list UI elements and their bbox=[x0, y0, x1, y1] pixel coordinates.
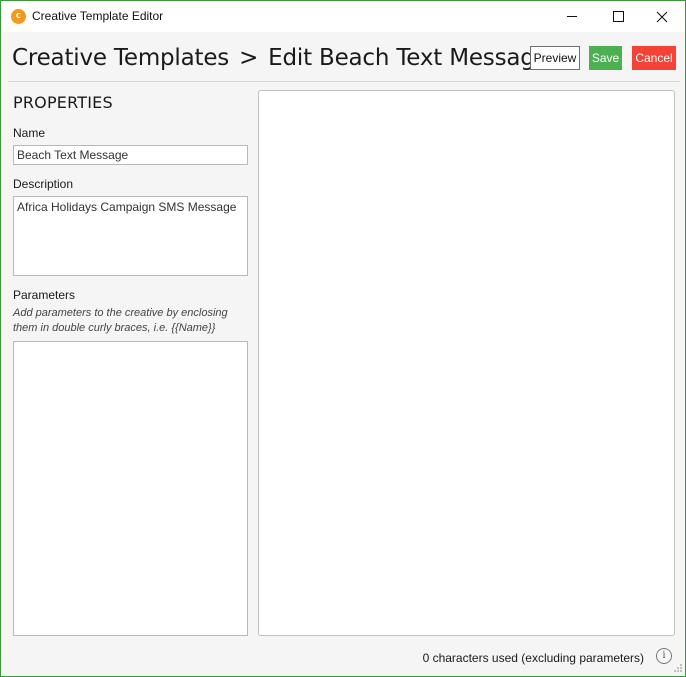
name-label: Name bbox=[13, 126, 46, 140]
close-icon bbox=[656, 11, 668, 22]
message-editor[interactable] bbox=[258, 90, 675, 636]
cancel-button[interactable]: Cancel bbox=[632, 46, 676, 70]
maximize-icon bbox=[612, 11, 624, 22]
app-window: C Creative Template Editor Creative Temp… bbox=[0, 0, 686, 677]
character-count: 0 characters used (excluding parameters) bbox=[422, 651, 644, 665]
parameters-hint: Add parameters to the creative by enclos… bbox=[13, 307, 228, 334]
resize-grip-icon[interactable] bbox=[673, 663, 683, 673]
parameters-textarea[interactable] bbox=[13, 341, 248, 636]
maximize-button[interactable] bbox=[595, 1, 641, 32]
app-logo-icon: C bbox=[11, 9, 26, 24]
description-textarea[interactable]: Africa Holidays Campaign SMS Message bbox=[13, 196, 248, 276]
minimize-icon bbox=[567, 16, 577, 17]
title-bar[interactable]: C Creative Template Editor bbox=[1, 1, 685, 32]
window-title: Creative Template Editor bbox=[32, 9, 164, 23]
name-input[interactable] bbox=[13, 145, 248, 165]
close-button[interactable] bbox=[639, 1, 685, 32]
save-button[interactable]: Save bbox=[589, 46, 622, 70]
info-icon[interactable]: i bbox=[656, 648, 672, 664]
breadcrumb-root[interactable]: Creative Templates bbox=[12, 45, 229, 71]
header-divider bbox=[8, 81, 680, 82]
description-label: Description bbox=[13, 177, 74, 191]
breadcrumb: Creative Templates > Edit Beach Text Messa… bbox=[12, 45, 549, 71]
minimize-button[interactable] bbox=[549, 1, 595, 32]
page-title: Edit Beach Text Message bbox=[268, 45, 549, 71]
breadcrumb-separator: > bbox=[239, 45, 259, 71]
properties-heading: PROPERTIES bbox=[13, 93, 113, 112]
preview-button[interactable]: Preview bbox=[530, 46, 580, 70]
parameters-label: Parameters bbox=[13, 288, 76, 302]
